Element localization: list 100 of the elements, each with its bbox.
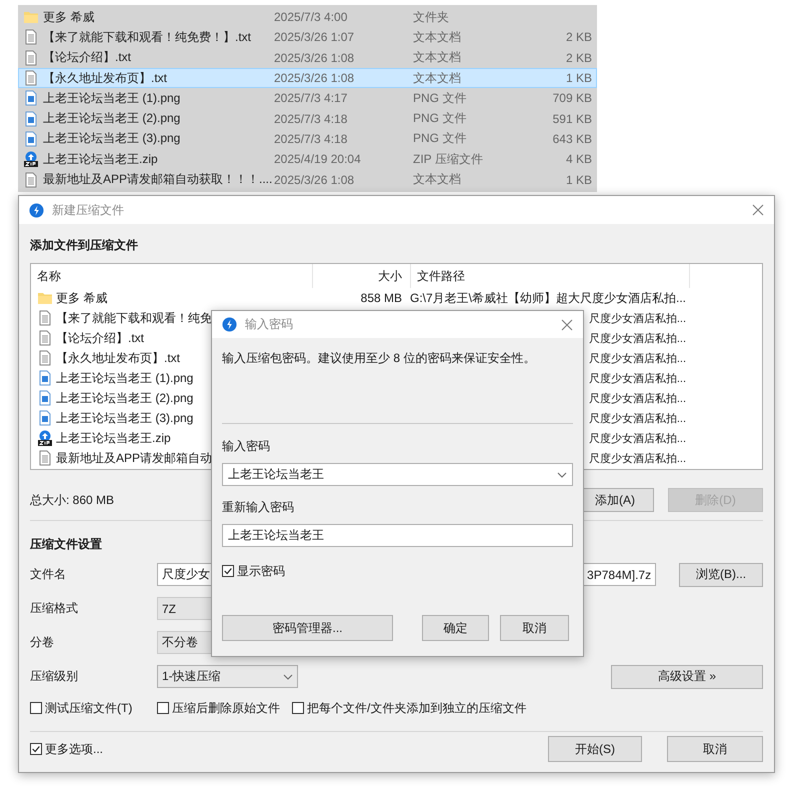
- checkbox-label[interactable]: 测试压缩文件(T): [45, 700, 132, 716]
- file-name[interactable]: 【永久地址发布页】.txt: [56, 350, 180, 366]
- file-name[interactable]: 更多 希威: [56, 290, 108, 306]
- file-name[interactable]: 上老王论坛当老王 (1).png: [56, 370, 194, 386]
- message-text: 输入压缩包密码。建议使用至少 8 位的密码来保证安全性。: [222, 350, 536, 366]
- file-size: 709 KB: [552, 91, 592, 106]
- file-name: 最新地址及APP请发邮箱自动获取！！！....: [43, 171, 274, 188]
- file-name[interactable]: 【论坛介绍】.txt: [56, 330, 144, 346]
- file-size: 591 KB: [552, 112, 592, 126]
- checkbox-label[interactable]: 显示密码: [237, 562, 285, 580]
- password-field[interactable]: 上老王论坛当老王: [222, 463, 573, 486]
- column-header[interactable]: 名称: [37, 268, 61, 284]
- file-path: 尺度少女酒店私拍...: [588, 372, 686, 386]
- file-size: 1 KB: [564, 172, 592, 187]
- file-name: 【论坛介绍】.txt: [43, 49, 132, 66]
- cancel-button[interactable]: 取消: [500, 615, 569, 641]
- field-label: 分卷: [30, 634, 55, 651]
- file-type: 文本文档: [413, 49, 462, 66]
- file-size: 2 KB: [564, 30, 592, 44]
- checkbox[interactable]: [30, 702, 42, 714]
- file-date: 2025/4/19 20:04: [274, 152, 362, 166]
- browse-button[interactable]: 浏览(B)...: [679, 562, 763, 586]
- checkbox-label[interactable]: 更多选项...: [45, 740, 104, 758]
- file-date: 2025/7/3 4:17: [274, 91, 348, 106]
- document-icon: [37, 310, 53, 326]
- file-name: 上老王论坛当老王.zip: [43, 150, 159, 168]
- file-name[interactable]: 最新地址及APP请发邮箱自动: [56, 450, 212, 466]
- file-name[interactable]: 上老王论坛当老王 (3).png: [56, 410, 194, 426]
- file-name: 【来了就能下载和观看！纯免费！】.txt: [43, 28, 252, 46]
- column-header[interactable]: 文件路径: [417, 268, 465, 284]
- file-type: 文本文档: [413, 28, 462, 46]
- zip-file-icon: [23, 151, 39, 168]
- file-path: G:\7月老王\希威社【幼师】超大尺度少女酒店私拍...: [410, 290, 686, 306]
- file-row[interactable]: 上老王论坛当老王.zip 2025/4/19 20:04 ZIP 压缩文件 4 KB: [18, 149, 597, 170]
- password-manager-button[interactable]: 密码管理器...: [222, 615, 393, 641]
- image-file-icon: [23, 90, 39, 106]
- password-field[interactable]: 上老王论坛当老王: [222, 524, 573, 547]
- cancel-button[interactable]: 取消: [667, 736, 763, 762]
- file-size: 1 KB: [564, 71, 592, 86]
- file-size: 858 MB: [360, 291, 402, 305]
- field-label: 输入密码: [222, 438, 270, 454]
- dropdown-field[interactable]: 1-快速压缩: [157, 665, 298, 688]
- file-path: 尺度少女酒店私拍...: [588, 432, 686, 446]
- file-name[interactable]: 【来了就能下载和观看！纯免: [56, 310, 212, 326]
- caret-icon: [557, 470, 567, 478]
- checkbox-label[interactable]: 压缩后删除原始文件: [172, 700, 280, 716]
- file-name[interactable]: 上老王论坛当老王 (2).png: [56, 390, 194, 406]
- document-icon: [37, 330, 53, 346]
- image-file-icon: [37, 390, 53, 406]
- field-label: 压缩级别: [30, 668, 79, 685]
- advanced-settings-button[interactable]: 高级设置 »: [611, 664, 763, 688]
- checkbox-label[interactable]: 把每个文件/文件夹添加到独立的压缩文件: [307, 700, 526, 716]
- document-icon: [37, 350, 53, 366]
- file-name: 上老王论坛当老王 (3).png: [43, 130, 182, 148]
- file-row[interactable]: 最新地址及APP请发邮箱自动获取！！！....2025/3/26 1:08 文本文档 1 KB: [18, 169, 597, 190]
- image-file-icon: [37, 410, 53, 426]
- document-icon: [23, 50, 39, 66]
- zip-file-icon: [37, 430, 53, 446]
- file-row[interactable]: 【论坛介绍】.txt 2025/3/26 1:08 文本文档 2 KB: [18, 48, 597, 68]
- file-size: 4 KB: [564, 152, 592, 166]
- start-button[interactable]: 开始(S): [548, 736, 642, 762]
- file-type: 文本文档: [413, 70, 462, 87]
- file-type: PNG 文件: [413, 130, 468, 148]
- checkbox[interactable]: [157, 702, 169, 714]
- file-type: ZIP 压缩文件: [413, 150, 484, 168]
- file-date: 2025/7/3 4:18: [274, 112, 348, 126]
- file-date: 2025/3/26 1:08: [274, 172, 356, 187]
- section-title: 添加文件到压缩文件: [30, 237, 138, 253]
- file-name: 更多 希威: [43, 8, 96, 26]
- file-date: 2025/7/3 4:00: [274, 10, 348, 24]
- file-row[interactable]: 更多 希威 2025/7/3 4:00 文件夹: [18, 7, 597, 28]
- file-name: 【永久地址发布页】.txt: [43, 70, 168, 87]
- file-date: 2025/3/26 1:08: [274, 71, 356, 86]
- file-row[interactable]: 【来了就能下载和观看！纯免费！】.txt 2025/3/26 1:07 文本文档 2 KB: [18, 27, 597, 48]
- file-size: 643 KB: [552, 132, 592, 146]
- field-label: 重新输入密码: [222, 499, 294, 515]
- checkbox[interactable]: [292, 702, 304, 714]
- file-path: 尺度少女酒店私拍...: [588, 332, 686, 346]
- file-type: 文本文档: [413, 171, 462, 188]
- close-icon[interactable]: [561, 318, 573, 330]
- file-name[interactable]: 上老王论坛当老王.zip: [56, 430, 171, 446]
- caret-icon: [283, 672, 293, 680]
- image-file-icon: [23, 130, 39, 147]
- file-name: 上老王论坛当老王 (1).png: [43, 90, 182, 107]
- ok-button[interactable]: 确定: [422, 615, 489, 641]
- file-row[interactable]: 上老王论坛当老王 (2).png 2025/7/3 4:18 PNG 文件 591 KB: [18, 108, 597, 129]
- close-icon[interactable]: [752, 204, 764, 216]
- folder-icon: [23, 9, 39, 26]
- file-row[interactable]: 上老王论坛当老王 (3).png 2025/7/3 4:18 PNG 文件 643 KB: [18, 128, 597, 150]
- checkbox[interactable]: [30, 743, 42, 755]
- file-row[interactable]: 上老王论坛当老王 (1).png 2025/7/3 4:17 PNG 文件 709 KB: [18, 88, 597, 108]
- checkbox[interactable]: [222, 565, 234, 577]
- file-path: 尺度少女酒店私拍...: [588, 412, 686, 426]
- file-path: 尺度少女酒店私拍...: [588, 392, 686, 406]
- column-header[interactable]: 大小: [378, 268, 402, 284]
- file-row[interactable]: 【永久地址发布页】.txt 2025/3/26 1:08 文本文档 1 KB: [18, 68, 597, 88]
- field-label: 压缩格式: [30, 600, 79, 617]
- file-name: 上老王论坛当老王 (2).png: [43, 110, 182, 128]
- document-icon: [23, 172, 39, 188]
- document-icon: [37, 450, 53, 466]
